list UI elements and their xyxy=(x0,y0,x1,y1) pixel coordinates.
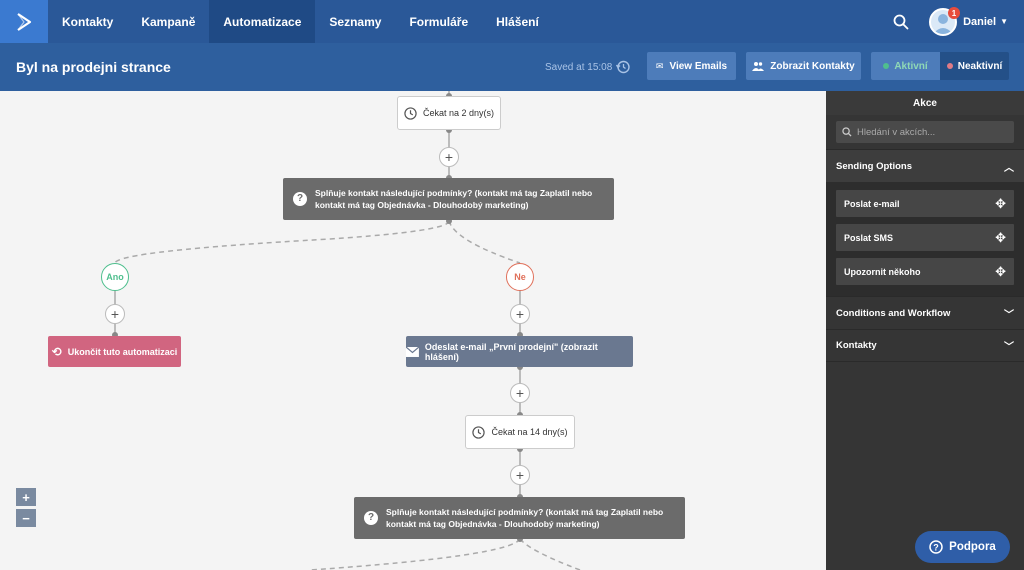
envelope-icon: ✉ xyxy=(655,60,664,71)
question-icon: ? xyxy=(364,511,378,525)
page-header: Byl na prodejni strance Saved at 15:08 ✉… xyxy=(0,43,1024,91)
users-icon xyxy=(752,62,765,71)
section-conditions-workflow[interactable]: Conditions and Workflow ﹀ xyxy=(826,296,1024,329)
wait-node-2[interactable]: Čekat na 14 dny(s) xyxy=(465,415,575,449)
move-icon: ✥ xyxy=(995,263,1006,279)
support-button[interactable]: ? Podpora xyxy=(915,531,1010,563)
add-step-button[interactable]: + xyxy=(439,147,459,167)
refresh-icon: ⟲ xyxy=(51,344,62,359)
question-icon: ? xyxy=(293,192,307,206)
chevron-down-icon: ﹀ xyxy=(1004,342,1014,353)
chevron-down-icon: ▼ xyxy=(1000,17,1008,26)
wait-node-1[interactable]: Čekat na 2 dny(s) xyxy=(397,96,501,130)
clock-icon xyxy=(472,425,486,439)
chevron-up-icon: ︿ xyxy=(1004,162,1014,174)
page-title: Byl na prodejni strance xyxy=(16,59,171,75)
view-emails-button[interactable]: ✉ View Emails xyxy=(647,52,736,80)
toggle-active[interactable]: Aktivní xyxy=(871,52,940,80)
envelope-icon xyxy=(406,346,419,357)
nav-kampane[interactable]: Kampaně xyxy=(127,0,209,43)
saved-status: Saved at 15:08 xyxy=(545,62,613,73)
logo-icon xyxy=(17,12,32,31)
chevron-down-icon: ﹀ xyxy=(1004,309,1014,321)
action-notify[interactable]: Upozornit někoho ✥ xyxy=(836,258,1014,285)
search-icon xyxy=(893,14,909,29)
add-step-button[interactable]: + xyxy=(105,304,125,324)
condition-node-2[interactable]: ? Splňuje kontakt následující podmínky? … xyxy=(354,497,685,539)
action-send-email[interactable]: Poslat e-mail ✥ xyxy=(836,190,1014,217)
show-contacts-button[interactable]: Zobrazit Kontakty xyxy=(746,52,861,80)
history-icon[interactable] xyxy=(615,59,631,75)
nav-automatizace[interactable]: Automatizace xyxy=(209,0,316,43)
panel-title: Akce xyxy=(826,91,1024,115)
end-automation-node[interactable]: ⟲ Ukončit tuto automatizaci xyxy=(48,336,181,367)
help-icon: ? xyxy=(929,540,943,554)
user-menu[interactable]: Daniel ▼ xyxy=(963,16,1008,28)
actions-search[interactable] xyxy=(836,121,1014,143)
nav-formulare[interactable]: Formuláře xyxy=(395,0,482,43)
active-dot-icon xyxy=(883,63,890,69)
section-contacts[interactable]: Kontakty ﹀ xyxy=(826,329,1024,362)
nav-hlaseni[interactable]: Hlášení xyxy=(482,0,553,43)
toggle-inactive[interactable]: Neaktivní xyxy=(940,52,1009,80)
notification-badge: 1 xyxy=(948,7,960,19)
add-step-button[interactable]: + xyxy=(510,465,530,485)
branch-yes: Ano xyxy=(101,263,129,291)
search-icon xyxy=(842,127,852,137)
top-navigation: Kontakty Kampaně Automatizace Seznamy Fo… xyxy=(0,0,1024,43)
search-button[interactable] xyxy=(881,0,921,43)
move-icon: ✥ xyxy=(995,195,1006,211)
zoom-out-button[interactable]: − xyxy=(16,509,36,527)
inactive-dot-icon xyxy=(946,63,953,69)
add-step-button[interactable]: + xyxy=(510,383,530,403)
add-step-button[interactable]: + xyxy=(510,304,530,324)
automation-canvas[interactable]: Čekat na 2 dny(s) + ? Splňuje kontakt ná… xyxy=(0,91,826,570)
actions-panel: Akce Sending Options ︿ Poslat e-mail ✥ P… xyxy=(826,91,1024,570)
clock-icon xyxy=(404,106,417,120)
zoom-in-button[interactable]: + xyxy=(16,488,36,506)
svg-text:?: ? xyxy=(933,543,939,553)
nav-seznamy[interactable]: Seznamy xyxy=(315,0,395,43)
action-send-sms[interactable]: Poslat SMS ✥ xyxy=(836,224,1014,251)
send-email-node[interactable]: Odeslat e-mail „První prodejní" (zobrazi… xyxy=(406,336,633,367)
logo[interactable] xyxy=(0,0,48,43)
section-sending-options[interactable]: Sending Options ︿ xyxy=(826,149,1024,182)
branch-no: Ne xyxy=(506,263,534,291)
actions-search-input[interactable] xyxy=(857,126,1007,138)
user-name: Daniel xyxy=(963,15,997,28)
status-toggle[interactable]: Aktivní Neaktivní xyxy=(871,52,1009,80)
move-icon: ✥ xyxy=(995,229,1006,245)
nav-kontakty[interactable]: Kontakty xyxy=(48,0,127,43)
sending-options-list: Poslat e-mail ✥ Poslat SMS ✥ Upozornit n… xyxy=(826,182,1024,296)
condition-node-1[interactable]: ? Splňuje kontakt následující podmínky? … xyxy=(283,178,614,220)
